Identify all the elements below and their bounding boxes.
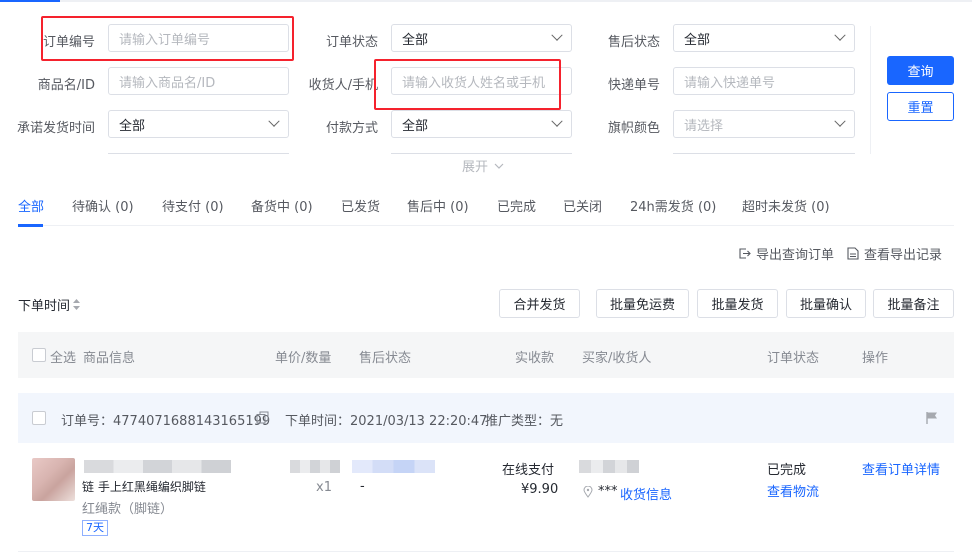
pay-method-select[interactable]: 全部 bbox=[391, 110, 572, 138]
flag-color-label: 旗帜颜色 bbox=[607, 121, 660, 136]
order-number: 订单号：4774071688143165199 bbox=[61, 414, 271, 429]
select-all-checkbox[interactable] bbox=[32, 348, 46, 362]
col-ops: 操作 bbox=[862, 351, 889, 366]
document-icon bbox=[847, 247, 859, 260]
chevron-down-icon bbox=[268, 115, 280, 127]
tab-shipped[interactable]: 已发货 bbox=[341, 196, 380, 215]
view-order-detail-link[interactable]: 查看订单详情 bbox=[862, 459, 940, 478]
filter-divider bbox=[870, 26, 871, 154]
top-divider bbox=[0, 0, 972, 2]
product-input[interactable]: 请输入商品名/ID bbox=[108, 67, 289, 95]
receiver-info-link[interactable]: 收货信息 bbox=[620, 484, 672, 503]
ship-time-select[interactable]: 全部 bbox=[108, 110, 289, 138]
price-blurred bbox=[290, 460, 340, 473]
after-sale-value: - bbox=[360, 479, 365, 494]
bulk-confirm-button[interactable]: 批量确认 bbox=[786, 289, 866, 318]
product-title[interactable]: 链 手上红黑绳编织脚链 bbox=[82, 478, 206, 495]
order-status-label: 订单状态 bbox=[325, 35, 378, 50]
highlight-box-receiver bbox=[374, 59, 561, 110]
col-status: 订单状态 bbox=[767, 351, 820, 366]
query-button[interactable]: 查询 bbox=[887, 56, 954, 85]
buyer-masked: *** bbox=[598, 484, 618, 499]
view-logistics-link[interactable]: 查看物流 bbox=[767, 481, 819, 500]
bulk-free-shipping-button[interactable]: 批量免运费 bbox=[596, 289, 689, 318]
product-thumbnail[interactable] bbox=[32, 458, 75, 501]
promo-type: 推广类型：无 bbox=[485, 414, 564, 429]
tab-closed[interactable]: 已关闭 bbox=[563, 196, 602, 215]
bulk-ship-button[interactable]: 批量发货 bbox=[697, 289, 778, 318]
view-export-link[interactable]: 查看导出记录 bbox=[847, 244, 942, 263]
order-checkbox[interactable] bbox=[32, 411, 46, 425]
tabs-divider bbox=[18, 225, 954, 226]
col-price-qty: 单价/数量 bbox=[275, 351, 332, 366]
bulk-remark-button[interactable]: 批量备注 bbox=[873, 289, 954, 318]
export-orders-link[interactable]: 导出查询订单 bbox=[738, 244, 834, 263]
select-all-label: 全选 bbox=[50, 351, 77, 366]
product-variant: 红绳款（脚链） bbox=[82, 502, 174, 517]
tracking-no-label: 快递单号 bbox=[607, 78, 660, 93]
seven-day-badge: 7天 bbox=[82, 520, 108, 536]
flag-color-select[interactable]: 请选择 bbox=[673, 110, 855, 138]
row-divider bbox=[18, 551, 954, 552]
sort-icon bbox=[73, 299, 81, 310]
tab-overdue[interactable]: 超时未发货 (0) bbox=[742, 196, 830, 215]
tab-preparing[interactable]: 备货中 (0) bbox=[251, 196, 313, 215]
tracking-no-input[interactable]: 请输入快递单号 bbox=[673, 67, 855, 95]
hidden-field-edge bbox=[108, 153, 289, 154]
order-status: 已完成 bbox=[767, 463, 807, 478]
tab-24h[interactable]: 24h需发货 (0) bbox=[630, 196, 716, 215]
copy-icon[interactable] bbox=[256, 411, 269, 424]
pay-method-label: 付款方式 bbox=[325, 121, 378, 136]
chevron-down-icon bbox=[551, 29, 563, 41]
col-paid: 实收款 bbox=[515, 351, 555, 366]
location-pin-icon bbox=[583, 486, 593, 498]
chevron-down-icon bbox=[494, 163, 504, 169]
tab-all[interactable]: 全部 bbox=[18, 196, 44, 215]
hidden-field-edge bbox=[673, 153, 855, 154]
product-label: 商品名/ID bbox=[37, 78, 95, 93]
quantity: x1 bbox=[316, 480, 332, 495]
paid-amount: ¥9.90 bbox=[521, 482, 559, 497]
order-time: 下单时间：2021/03/13 22:20:47 bbox=[285, 414, 488, 429]
chevron-down-icon bbox=[551, 115, 563, 127]
after-sale-status-select[interactable]: 全部 bbox=[673, 24, 855, 52]
col-product-info: 商品信息 bbox=[83, 351, 136, 366]
expand-toggle[interactable]: 展开 bbox=[462, 156, 504, 175]
sort-order-time[interactable]: 下单时间 bbox=[18, 295, 81, 314]
col-buyer: 买家/收货人 bbox=[582, 351, 652, 366]
after-sale-status-label: 售后状态 bbox=[607, 35, 660, 50]
order-status-select[interactable]: 全部 bbox=[391, 24, 572, 52]
hidden-field-edge bbox=[391, 153, 572, 154]
reset-button[interactable]: 重置 bbox=[887, 92, 954, 121]
tab-completed[interactable]: 已完成 bbox=[497, 196, 536, 215]
col-after-sale: 售后状态 bbox=[359, 351, 412, 366]
tab-after-sale[interactable]: 售后中 (0) bbox=[407, 196, 469, 215]
tab-pending-pay[interactable]: 待支付 (0) bbox=[162, 196, 224, 215]
buyer-name-blurred bbox=[579, 460, 639, 473]
tab-pending-confirm[interactable]: 待确认 (0) bbox=[72, 196, 134, 215]
merge-ship-button[interactable]: 合并发货 bbox=[499, 289, 580, 318]
export-icon bbox=[739, 248, 751, 259]
product-title-blurred bbox=[84, 460, 231, 473]
receiver-label: 收货人/手机 bbox=[308, 78, 378, 93]
active-tab-indicator bbox=[18, 224, 43, 227]
after-sale-blurred bbox=[352, 460, 435, 473]
chevron-down-icon bbox=[834, 115, 846, 127]
highlight-box-order-no bbox=[41, 16, 294, 61]
chevron-down-icon bbox=[834, 29, 846, 41]
flag-icon[interactable] bbox=[925, 411, 938, 424]
ship-time-label: 承诺发货时间 bbox=[16, 121, 95, 136]
payment-method: 在线支付 bbox=[502, 463, 555, 478]
